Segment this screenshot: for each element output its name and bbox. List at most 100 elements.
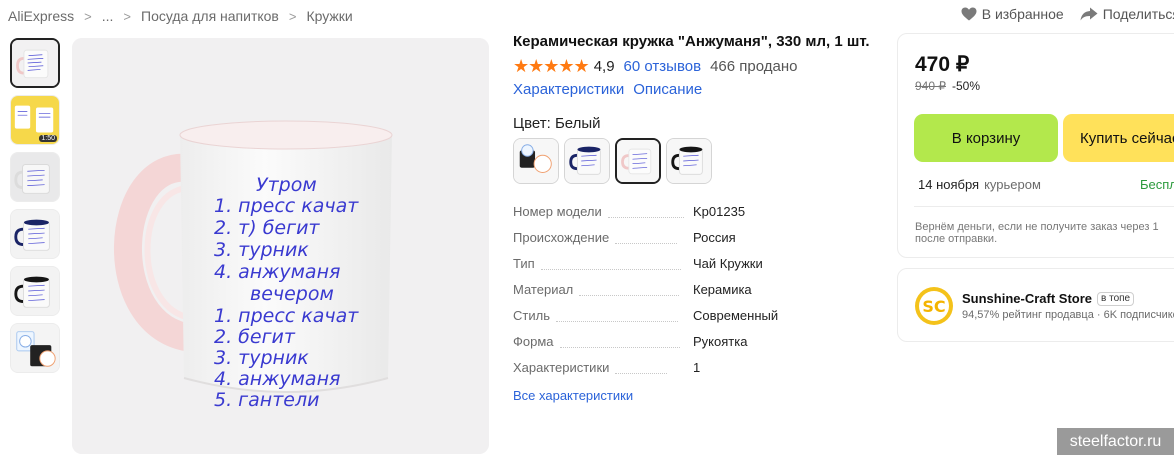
favorite-button[interactable]: В избранное xyxy=(961,6,1064,22)
mug-text-line: 1. пресс качат xyxy=(214,305,359,327)
mug-text-line: Утром xyxy=(256,174,317,196)
mug-navy-thumb xyxy=(11,210,59,258)
mug-text-line: 3. турник xyxy=(214,347,309,369)
spec-key: Происхождение xyxy=(513,230,610,245)
spec-key: Характеристики xyxy=(513,360,610,375)
chevron-right-icon: > xyxy=(123,8,131,24)
store-card[interactable]: SC Sunshine-Craft Store в топе 94,57% ре… xyxy=(897,268,1174,342)
thumbnail-1[interactable] xyxy=(10,38,60,88)
spec-key: Стиль xyxy=(513,308,550,323)
chevron-right-icon: > xyxy=(288,8,297,24)
top-actions: В избранное Поделиться xyxy=(961,6,1174,22)
spec-key: Материал xyxy=(513,282,574,297)
spec-dots xyxy=(559,346,680,348)
spec-row: Номер модели Kp01235 xyxy=(513,204,853,230)
mug-black-thumb xyxy=(11,267,59,315)
spec-dots xyxy=(579,294,680,296)
mug-white-angle-thumb xyxy=(11,153,59,201)
section-links: Характеристики Описание xyxy=(513,81,873,98)
spec-value: Рукоятка xyxy=(693,334,748,349)
swatch-navy[interactable] xyxy=(564,138,610,184)
main-product-image[interactable]: Утром 1. пресс качат 2. т) бегит 3. турн… xyxy=(72,38,489,454)
reviews-link[interactable]: 60 отзывов xyxy=(624,58,702,75)
spec-row: Происхождение Россия xyxy=(513,230,853,256)
mug-text-line: 3. турник xyxy=(214,239,309,261)
store-name[interactable]: Sunshine-Craft Store xyxy=(962,291,1092,306)
store-logo-text: SC xyxy=(922,297,945,316)
buy-now-button[interactable]: Купить сейчас xyxy=(1063,114,1174,162)
spec-value: 1 xyxy=(693,360,701,375)
breadcrumb-ellipsis[interactable]: ... xyxy=(102,8,114,24)
product-title: Керамическая кружка "Анжуманя", 330 мл, … xyxy=(513,33,870,50)
all-specs-link[interactable]: Все характеристики xyxy=(513,388,633,403)
thumbnail-6[interactable] xyxy=(10,323,60,373)
breadcrumb: AliExpress > ... > Посуда для напитков >… xyxy=(8,6,353,26)
spec-dots xyxy=(607,216,684,218)
spec-dots xyxy=(615,242,678,244)
color-label: Цвет: Белый xyxy=(513,115,601,132)
favorite-label: В избранное xyxy=(981,6,1064,22)
breadcrumb-mugs[interactable]: Кружки xyxy=(306,8,352,24)
specs-link[interactable]: Характеристики xyxy=(513,81,624,98)
spec-key: Номер модели xyxy=(513,204,602,219)
share-label: Поделиться xyxy=(1102,6,1174,22)
thumbnail-gallery: 1:50 xyxy=(10,38,64,380)
spec-row: Стиль Современный xyxy=(513,308,853,334)
thumbnail-2[interactable]: 1:50 xyxy=(10,95,60,145)
swatch-white-selected[interactable] xyxy=(615,138,661,184)
mug-text-line: 4. анжуманя xyxy=(214,261,340,283)
delivery-free: Бесплатно xyxy=(1140,177,1174,192)
mug-illustration: Утром 1. пресс качат 2. т) бегит 3. турн… xyxy=(72,38,489,454)
thumbnail-3[interactable] xyxy=(10,152,60,202)
spec-value: Современный xyxy=(693,308,779,323)
thumbnail-4[interactable] xyxy=(10,209,60,259)
description-link[interactable]: Описание xyxy=(633,81,702,98)
store-meta: 94,57% рейтинг продавца · 6K подписчиков xyxy=(962,309,1174,321)
store-logo[interactable]: SC xyxy=(914,286,954,326)
spec-key: Форма xyxy=(513,334,554,349)
mug-text-line: 1. пресс качат xyxy=(214,195,359,217)
rating-row: ★★★★★ 4,9 60 отзывов 466 продано xyxy=(513,56,873,76)
mug-text-line: 2. т) бегит xyxy=(214,217,320,239)
swatch-magic[interactable] xyxy=(513,138,559,184)
mug-text-line: 5. гантели xyxy=(214,389,319,411)
spec-value: Чай Кружки xyxy=(693,256,763,271)
spec-value: Россия xyxy=(693,230,736,245)
spec-row: Форма Рукоятка xyxy=(513,334,853,360)
swatch-black[interactable] xyxy=(666,138,712,184)
delivery-info: 14 ноября курьером Бесплатно xyxy=(918,177,1174,192)
star-rating-icon: ★★★★★ xyxy=(513,55,590,76)
current-price: 470 ₽ xyxy=(915,53,970,76)
spec-dots xyxy=(555,320,678,322)
breadcrumb-aliexpress[interactable]: AliExpress xyxy=(8,8,74,24)
delivery-date: 14 ноября xyxy=(918,177,980,192)
spec-value: Керамика xyxy=(693,282,752,297)
mug-text-line: 4. анжуманя xyxy=(214,368,340,390)
spec-key: Тип xyxy=(513,256,535,271)
buy-box: 470 ₽ 940 ₽ -50% В корзину Купить сейчас… xyxy=(897,33,1174,258)
color-swatches xyxy=(513,138,873,184)
breadcrumb-drinkware[interactable]: Посуда для напитков xyxy=(141,8,279,24)
chevron-right-icon: > xyxy=(84,8,92,24)
old-price: 940 ₽ xyxy=(915,79,946,93)
mug-magic-thumb xyxy=(11,324,59,372)
watermark: steelfactor.ru xyxy=(1057,428,1174,455)
discount-badge: -50% xyxy=(952,79,981,93)
spec-dots xyxy=(540,268,681,270)
rating-value: 4,9 xyxy=(593,57,615,75)
specs-table: Номер модели Kp01235 Происхождение Росси… xyxy=(513,204,853,405)
divider xyxy=(914,206,1174,207)
share-button[interactable]: Поделиться xyxy=(1080,6,1174,22)
thumbnail-badge: 1:50 xyxy=(39,135,57,142)
old-price-row: 940 ₽ -50% xyxy=(915,79,980,93)
delivery-method: курьером xyxy=(984,177,1041,192)
spec-dots xyxy=(615,372,668,374)
thumbnail-5[interactable] xyxy=(10,266,60,316)
heart-icon xyxy=(961,7,977,21)
spec-row: Материал Керамика xyxy=(513,282,853,308)
add-to-cart-button[interactable]: В корзину xyxy=(914,114,1058,162)
top-badge: в топе xyxy=(1097,291,1135,306)
spec-value: Kp01235 xyxy=(693,204,746,219)
mug-white-thumb xyxy=(12,40,58,86)
spec-row: Тип Чай Кружки xyxy=(513,256,853,282)
